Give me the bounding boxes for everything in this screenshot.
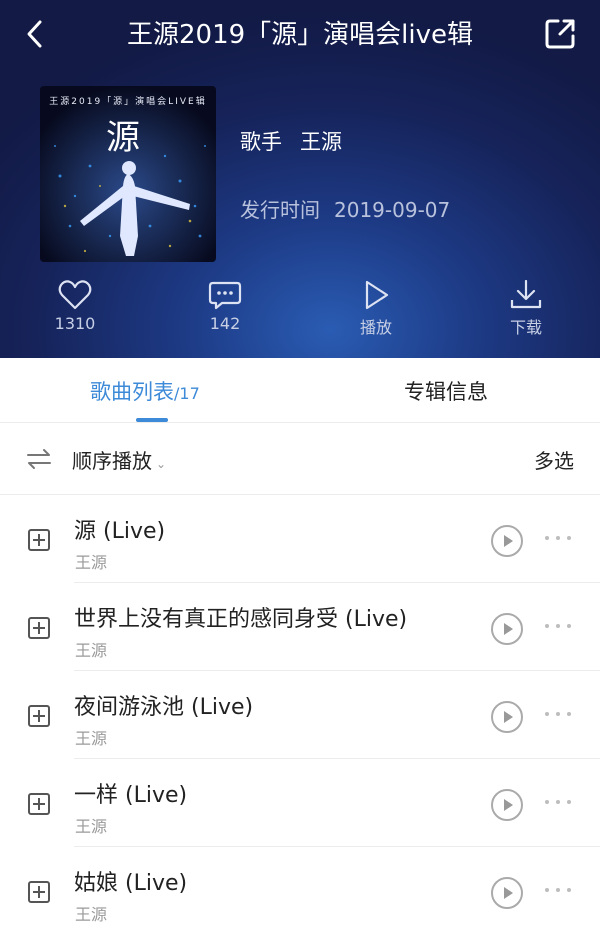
play-video-icon[interactable]	[491, 701, 523, 733]
play-mode-label: 顺序播放	[72, 449, 152, 473]
album-header: 王源2019「源」演唱会live辑 王源2019「源」演唱会LIVE辑 源 歌手…	[0, 0, 600, 358]
release-date-label: 发行时间	[240, 198, 320, 222]
play-order-icon[interactable]	[26, 447, 52, 471]
add-icon[interactable]	[28, 793, 50, 815]
action-bar: 1310 142 播放 下载	[0, 280, 600, 344]
tab-song-list[interactable]: 歌曲列表/17	[90, 376, 200, 406]
song-artist: 王源	[75, 817, 108, 836]
play-video-icon[interactable]	[491, 877, 523, 909]
list-item[interactable]: 姑娘 (Live) 王源	[0, 847, 600, 935]
like-button[interactable]: 1310	[25, 280, 125, 333]
back-button[interactable]	[18, 16, 54, 52]
comment-button[interactable]: 142	[175, 280, 275, 333]
share-icon	[545, 19, 575, 49]
add-icon[interactable]	[28, 617, 50, 639]
cover-caption: 王源2019「源」演唱会LIVE辑	[49, 97, 207, 107]
top-bar: 王源2019「源」演唱会live辑	[0, 0, 600, 70]
more-icon[interactable]	[544, 533, 574, 543]
more-icon[interactable]	[544, 709, 574, 719]
tab-song-list-label: 歌曲列表	[90, 380, 174, 404]
list-item[interactable]: 源 (Live) 王源	[0, 495, 600, 583]
more-icon[interactable]	[544, 621, 574, 631]
page-title: 王源2019「源」演唱会live辑	[127, 20, 473, 50]
play-all-button[interactable]: 播放	[326, 280, 426, 338]
add-icon[interactable]	[28, 705, 50, 727]
song-title: 姑娘 (Live)	[74, 871, 188, 896]
chevron-left-icon	[27, 20, 42, 48]
add-icon[interactable]	[28, 881, 50, 903]
list-item[interactable]: 世界上没有真正的感同身受 (Live) 王源	[0, 583, 600, 671]
heart-icon	[58, 280, 92, 310]
song-title: 一样 (Live)	[74, 783, 188, 808]
song-count: /17	[174, 384, 200, 403]
release-date: 2019-09-07	[334, 198, 451, 222]
tab-bar: 歌曲列表/17 专辑信息	[0, 358, 600, 423]
cover-glyph: 源	[106, 118, 140, 158]
more-icon[interactable]	[544, 797, 574, 807]
share-button[interactable]	[542, 16, 578, 52]
song-title: 源 (Live)	[74, 519, 166, 544]
play-video-icon[interactable]	[491, 525, 523, 557]
comment-icon	[208, 281, 242, 310]
play-video-icon[interactable]	[491, 613, 523, 645]
play-mode-dropdown[interactable]: 顺序播放 ⌄	[72, 445, 166, 474]
play-mode-bar: 顺序播放 ⌄ 多选	[0, 423, 600, 495]
list-item[interactable]: 夜间游泳池 (Live) 王源	[0, 671, 600, 759]
add-icon[interactable]	[28, 529, 50, 551]
song-title: 世界上没有真正的感同身受 (Live)	[74, 607, 408, 632]
comment-count: 142	[209, 314, 241, 333]
song-artist: 王源	[75, 905, 108, 924]
like-count: 1310	[54, 314, 96, 333]
song-artist: 王源	[75, 729, 108, 748]
active-tab-indicator	[136, 418, 168, 422]
download-button[interactable]: 下载	[476, 280, 576, 338]
tab-album-info[interactable]: 专辑信息	[404, 376, 488, 406]
more-icon[interactable]	[544, 885, 574, 895]
song-artist: 王源	[75, 641, 108, 660]
artist-line[interactable]: 歌手 王源	[240, 126, 360, 156]
chevron-down-icon: ⌄	[156, 457, 167, 471]
list-item[interactable]: 一样 (Live) 王源	[0, 759, 600, 847]
album-cover[interactable]: 王源2019「源」演唱会LIVE辑 源	[40, 86, 216, 262]
song-title: 夜间游泳池 (Live)	[74, 695, 254, 720]
play-video-icon[interactable]	[491, 789, 523, 821]
download-icon	[510, 280, 542, 309]
release-date-line: 发行时间 2019-09-07	[240, 194, 464, 223]
play-icon	[365, 280, 389, 310]
download-label: 下载	[509, 318, 542, 337]
song-artist: 王源	[75, 553, 108, 572]
artist-name[interactable]: 王源	[300, 130, 342, 154]
song-list: 源 (Live) 王源 世界上没有真正的感同身受 (Live) 王源 夜间游泳池…	[0, 495, 600, 935]
play-label: 播放	[359, 318, 392, 337]
artist-label: 歌手	[240, 130, 282, 154]
multi-select-button[interactable]: 多选	[534, 445, 574, 474]
